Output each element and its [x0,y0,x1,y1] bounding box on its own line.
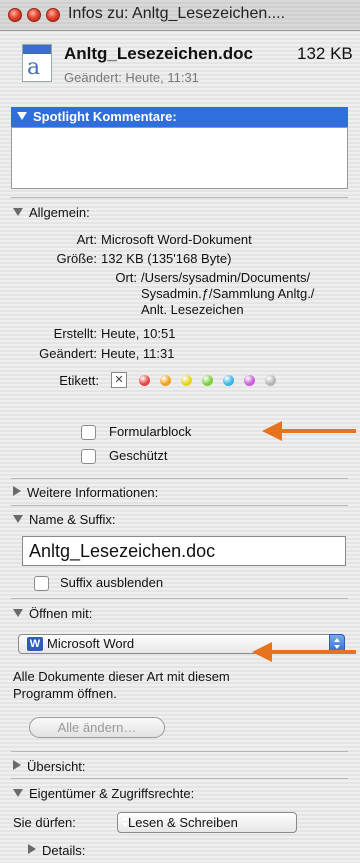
divider [11,197,348,198]
color-label-dot[interactable] [265,375,276,386]
section-preview-header[interactable]: Übersicht: [13,759,86,774]
spotlight-comments-field[interactable] [11,127,348,189]
section-more-info-header[interactable]: Weitere Informationen: [13,485,158,500]
color-label-label: Etikett: [59,373,99,388]
locked-checkbox[interactable] [81,449,96,464]
size-label: Größe: [56,251,97,266]
color-label-dot[interactable] [244,375,255,386]
close-button[interactable] [8,8,22,22]
section-general-header[interactable]: Allgemein: [13,205,90,220]
details-header[interactable]: Details: [28,843,85,858]
created-value: Heute, 10:51 [101,326,176,341]
where-line-1: /Users/sysadmin/Documents/ [141,270,311,285]
info-window: Infos zu: Anltg_Lesezeichen.... a Anltg_… [0,0,360,863]
section-preview-label: Übersicht: [27,759,86,774]
microsoft-word-icon: W [27,637,43,651]
color-label-dot[interactable] [160,375,171,386]
no-label-x-icon[interactable]: ✕ [111,372,127,388]
you-can-label: Sie dürfen: [13,815,76,830]
disclosure-triangle-icon [13,609,23,617]
open-with-note-line-2: Programm öffnen. [13,686,117,701]
color-label-dot[interactable] [223,375,234,386]
word-document-icon: a [22,44,52,82]
file-modified: Geändert: Heute, 11:31 [64,70,199,85]
section-general-label: Allgemein: [29,205,90,220]
open-with-app: Microsoft Word [47,636,135,651]
annotation-arrow-icon [262,421,282,441]
kind-value: Microsoft Word-Dokument [101,232,252,247]
permission-value: Lesen & Schreiben [128,815,238,830]
disclosure-triangle-icon [13,760,21,770]
section-open-with-label: Öffnen mit: [29,606,93,621]
title-bar[interactable]: Infos zu: Anltg_Lesezeichen.... [0,0,360,31]
section-open-with-header[interactable]: Öffnen mit: [13,606,92,621]
size-value: 132 KB (135'168 Byte) [101,251,232,266]
minimize-button[interactable] [27,8,41,22]
spotlight-comments-header[interactable]: Spotlight Kommentare: [11,107,348,127]
permission-popup[interactable]: Lesen & Schreiben [117,812,297,833]
hide-extension-checkbox[interactable] [34,576,49,591]
annotation-arrow-shaft [280,429,356,433]
section-more-info-label: Weitere Informationen: [27,485,159,500]
window-title: Infos zu: Anltg_Lesezeichen.... [68,5,286,22]
divider [11,778,348,779]
popup-arrows-icon [122,816,296,853]
name-field[interactable]: Anltg_Lesezeichen.doc [22,536,346,566]
section-name-ext-header[interactable]: Name & Suffix: [13,512,115,527]
where-line-3: Anlt. Lesezeichen [141,302,244,317]
disclosure-triangle-icon [13,515,23,523]
modified-label: Geändert: [39,346,97,361]
disclosure-triangle-icon [13,208,23,216]
locked-label: Geschützt [109,448,168,463]
zoom-button[interactable] [46,8,60,22]
disclosure-triangle-icon [13,486,21,496]
stationery-label: Formularblock [109,424,192,439]
stationery-checkbox[interactable] [81,425,96,440]
where-line-2: Sysadmin.ƒ/Sammlung Anltg./ [141,286,315,301]
section-ownership-header[interactable]: Eigentümer & Zugriffsrechte: [13,786,194,801]
where-label: Ort: [115,270,137,285]
annotation-arrow-shaft [270,650,356,654]
annotation-arrow-icon [252,642,272,662]
color-label-dot[interactable] [139,375,150,386]
hide-extension-label: Suffix ausblenden [60,575,164,590]
disclosure-triangle-icon [28,844,36,854]
divider [11,478,348,479]
modified-value: Heute, 11:31 [101,346,175,361]
section-ownership-label: Eigentümer & Zugriffsrechte: [29,786,195,801]
disclosure-triangle-icon [13,789,23,797]
file-name: Anltg_Lesezeichen.doc [64,44,253,63]
divider [11,505,348,506]
disclosure-triangle-icon [17,112,27,120]
change-all-button[interactable]: Alle ändern… [29,717,165,738]
file-size: 132 KB [297,44,353,63]
divider [11,751,348,752]
color-label-dot[interactable] [181,375,192,386]
spotlight-heading: Spotlight Kommentare: [33,109,177,124]
color-label-dot[interactable] [202,375,213,386]
open-with-note-line-1: Alle Dokumente dieser Art mit diesem [13,669,230,684]
details-label: Details: [42,843,86,858]
created-label: Erstellt: [53,326,97,341]
section-name-ext-label: Name & Suffix: [29,512,116,527]
divider [11,598,348,599]
kind-label: Art: [76,232,97,247]
